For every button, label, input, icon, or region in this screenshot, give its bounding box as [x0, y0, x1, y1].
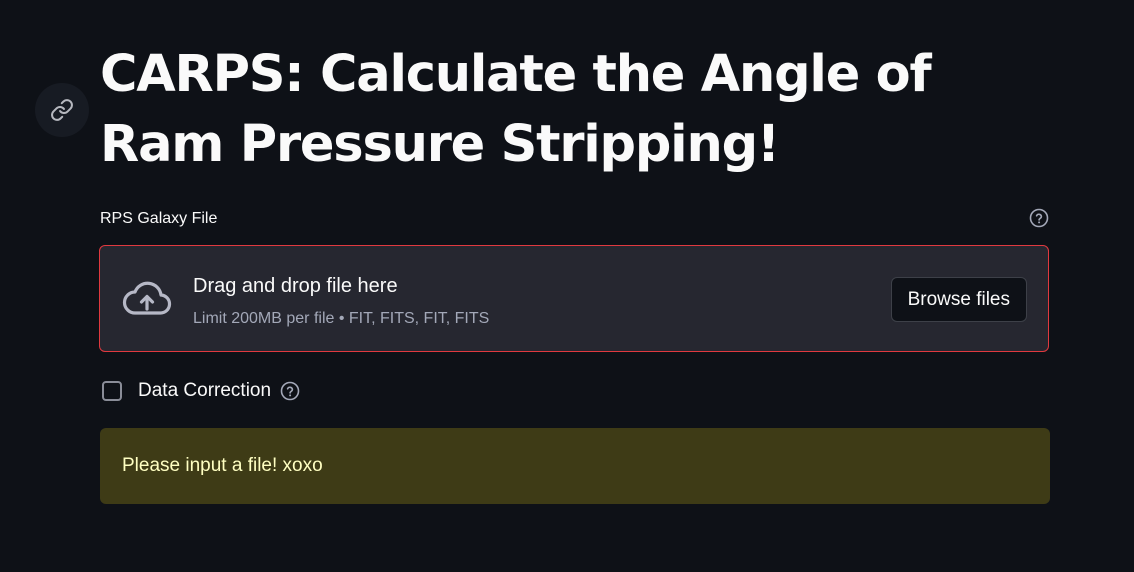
data-correction-row: Data Correction: [102, 378, 300, 404]
link-icon: [51, 99, 73, 121]
warning-text: Please input a file! xoxo: [122, 455, 323, 476]
uploader-label: RPS Galaxy File: [100, 210, 218, 227]
data-correction-label[interactable]: Data Correction: [138, 378, 271, 404]
uploader-help-icon[interactable]: [1029, 208, 1049, 228]
app-page: CARPS: Calculate the Angle of Ram Pressu…: [0, 0, 1134, 572]
data-correction-help-icon[interactable]: [280, 381, 300, 401]
cloud-upload-icon: [122, 281, 172, 315]
data-correction-checkbox[interactable]: [102, 381, 122, 401]
warning-alert: Please input a file! xoxo: [100, 428, 1050, 504]
page-title: CARPS: Calculate the Angle of Ram Pressu…: [100, 45, 932, 174]
title-anchor-link[interactable]: [35, 83, 89, 137]
file-dropzone[interactable]: Drag and drop file here Limit 200MB per …: [99, 245, 1049, 352]
dropzone-title: Drag and drop file here: [193, 275, 398, 297]
browse-files-button[interactable]: Browse files: [890, 277, 1027, 322]
dropzone-limit-text: Limit 200MB per file • FIT, FITS, FIT, F…: [193, 310, 490, 327]
